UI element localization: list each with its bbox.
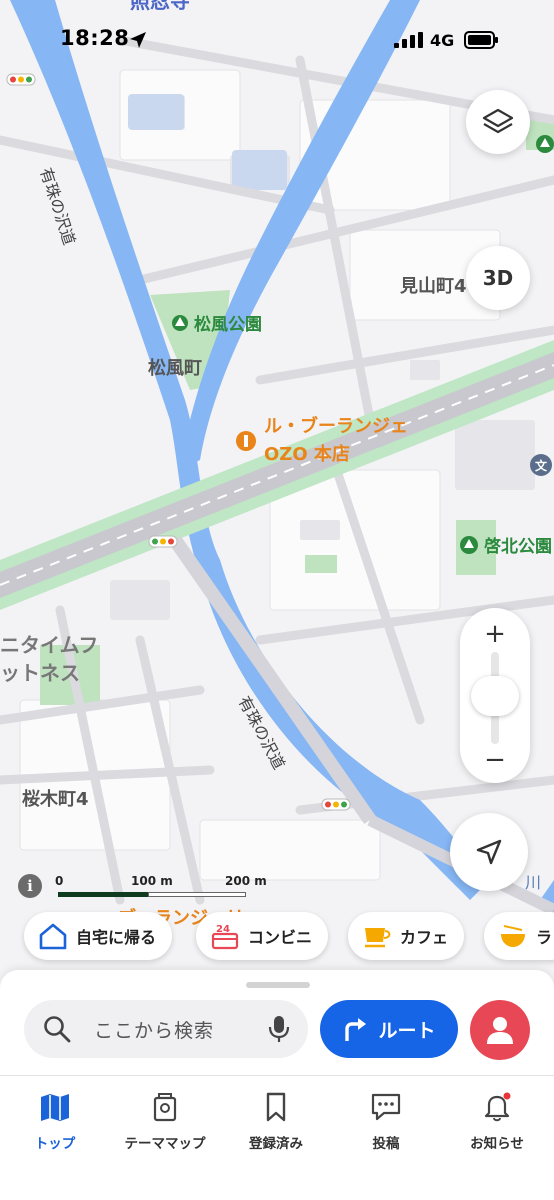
avatar[interactable] — [470, 1000, 530, 1060]
map-label-poi-line1: ル・ブーランジェ — [264, 415, 408, 437]
map-label-park1: 松風公園 — [194, 314, 262, 335]
bottom-sheet[interactable]: ここから検索 ルート — [0, 970, 554, 1075]
map-label-town2: 見山町4 — [399, 276, 467, 297]
route-button[interactable]: ルート — [320, 1000, 458, 1058]
scale-mid: 100 m — [131, 874, 173, 888]
user-icon — [487, 1017, 513, 1044]
map-icon — [41, 1094, 69, 1121]
tab-theme-map[interactable]: テーママップ — [110, 1092, 220, 1152]
map-label-town3: 桜木町4 — [22, 788, 89, 810]
tab-top[interactable]: トップ — [0, 1092, 110, 1152]
tab-saved[interactable]: 登録済み — [221, 1092, 331, 1152]
restaurant-icon — [236, 431, 256, 451]
map-label-gym-line1: ニタイムフ — [0, 633, 98, 657]
network-type: 4G — [430, 31, 455, 50]
park-icon-2 — [460, 536, 478, 554]
route-label: ルート — [378, 1019, 436, 1042]
home-icon — [39, 923, 67, 950]
map-label-river: 川 — [525, 873, 541, 892]
status-bar: 18:28 4G — [0, 0, 554, 80]
bell-icon — [484, 1092, 511, 1122]
zoom-control[interactable]: + − — [460, 608, 530, 783]
current-location-button[interactable] — [450, 813, 528, 891]
battery-icon — [464, 31, 498, 49]
cafe-icon — [365, 928, 391, 948]
park-icon-1 — [172, 315, 188, 331]
chip-convenience[interactable]: 24 コンビニ — [196, 912, 329, 960]
zoom-in-button[interactable]: + — [460, 614, 530, 654]
chip-home[interactable]: 自宅に帰る — [24, 912, 173, 960]
convenience-store-icon: 24 — [211, 924, 239, 950]
map-label-park2: 啓北公園 — [484, 536, 552, 557]
layers-button[interactable] — [466, 90, 530, 154]
chip-cafe[interactable]: カフェ — [348, 912, 465, 960]
location-arrow-icon — [130, 32, 146, 48]
map-label-gym-line2: ットネス — [0, 661, 80, 685]
search-icon — [44, 1016, 71, 1043]
map-scale: i 0 100 m 200 m — [18, 872, 278, 902]
zoom-out-button[interactable]: − — [460, 742, 530, 778]
scale-zero: 0 — [55, 874, 64, 888]
theme-map-icon — [153, 1093, 177, 1122]
chip-home-label: 自宅に帰る — [76, 928, 157, 947]
bookmark-icon — [266, 1092, 286, 1122]
map-label-poi-line2: OZO 本店 — [264, 443, 350, 465]
tab-top-label: トップ — [34, 1136, 76, 1152]
svg-text:文: 文 — [535, 458, 548, 473]
tab-post[interactable]: 投稿 — [331, 1092, 441, 1152]
signal-icon — [394, 32, 423, 48]
tab-post-label: 投稿 — [372, 1136, 400, 1152]
info-icon[interactable]: i — [18, 874, 42, 898]
layers-icon — [482, 108, 514, 134]
search-bar[interactable]: ここから検索 — [24, 1000, 308, 1058]
comment-icon — [371, 1093, 401, 1121]
tab-theme-map-label: テーママップ — [124, 1136, 206, 1152]
chip-ramen-label: ラ — [536, 928, 553, 947]
scale-bar-light — [148, 892, 246, 897]
park-icon-3 — [536, 135, 554, 153]
chip-convenience-label: コンビニ — [248, 928, 313, 947]
school-icon: 文 — [530, 454, 552, 476]
scale-end: 200 m — [225, 874, 267, 888]
status-time: 18:28 — [60, 26, 130, 50]
tab-saved-label: 登録済み — [249, 1136, 303, 1152]
zoom-slider-thumb[interactable] — [471, 676, 519, 716]
3d-label: 3D — [482, 266, 514, 290]
quick-chips: 自宅に帰る 24 コンビニ カフェ ラ — [0, 912, 554, 964]
ramen-icon — [501, 925, 525, 947]
search-placeholder: ここから検索 — [94, 1019, 215, 1042]
microphone-icon[interactable] — [268, 1014, 290, 1044]
tab-notifications-label: お知らせ — [470, 1136, 524, 1152]
tab-notifications[interactable]: お知らせ — [442, 1092, 552, 1152]
tab-bar: トップ テーママップ 登録済み 投稿 お知らせ — [0, 1075, 554, 1200]
chip-cafe-label: カフェ — [400, 928, 449, 947]
sheet-handle[interactable] — [246, 982, 310, 988]
route-arrow-icon — [345, 1018, 367, 1041]
scale-bar-dark — [58, 892, 148, 897]
navigation-arrow-icon — [476, 839, 502, 865]
map-label-town1: 松風町 — [148, 357, 202, 379]
3d-button[interactable]: 3D — [466, 246, 530, 310]
chip-ramen[interactable]: ラ — [484, 912, 554, 960]
